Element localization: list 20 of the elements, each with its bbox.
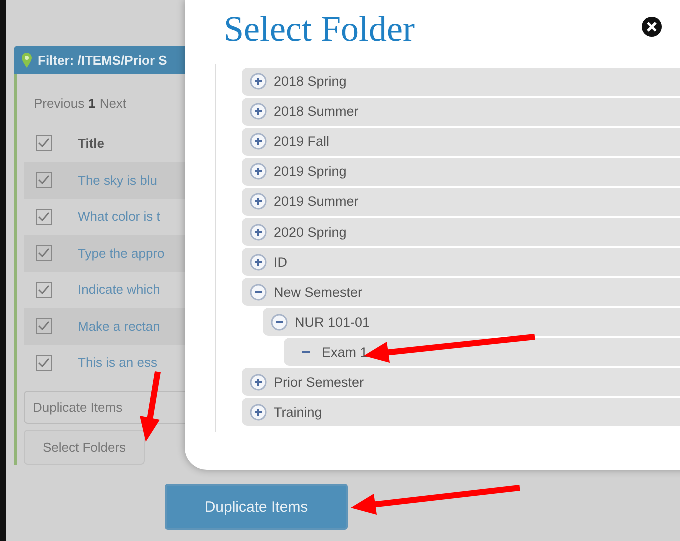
- page-number[interactable]: 1: [88, 96, 96, 111]
- folder-row[interactable]: NUR 101-01: [263, 308, 680, 336]
- folder-row[interactable]: 2018 Spring: [242, 68, 680, 96]
- folder-row[interactable]: ID: [242, 248, 680, 276]
- column-header: Title: [78, 136, 104, 150]
- folder-row[interactable]: Training: [242, 398, 680, 426]
- duplicate-items-button[interactable]: Duplicate Items: [165, 484, 348, 530]
- folder-row[interactable]: 2019 Fall: [242, 128, 680, 156]
- folder-row[interactable]: 2019 Summer: [242, 188, 680, 216]
- folder-row[interactable]: Prior Semester: [242, 368, 680, 396]
- folder-row[interactable]: 2020 Spring: [242, 218, 680, 246]
- select-folders-button[interactable]: Select Folders: [24, 430, 145, 465]
- folder-row[interactable]: 2018 Summer: [242, 98, 680, 126]
- folder-row[interactable]: New Semester: [242, 278, 680, 306]
- folder-row[interactable]: Exam 1: [284, 338, 680, 366]
- previous-link[interactable]: Previous: [34, 96, 85, 111]
- dialog-title: Select Folder: [224, 8, 415, 50]
- filter-path: Filter: /ITEMS/Prior S: [38, 52, 168, 68]
- folder-row[interactable]: 2019 Spring: [242, 158, 680, 186]
- next-link[interactable]: Next: [100, 96, 127, 111]
